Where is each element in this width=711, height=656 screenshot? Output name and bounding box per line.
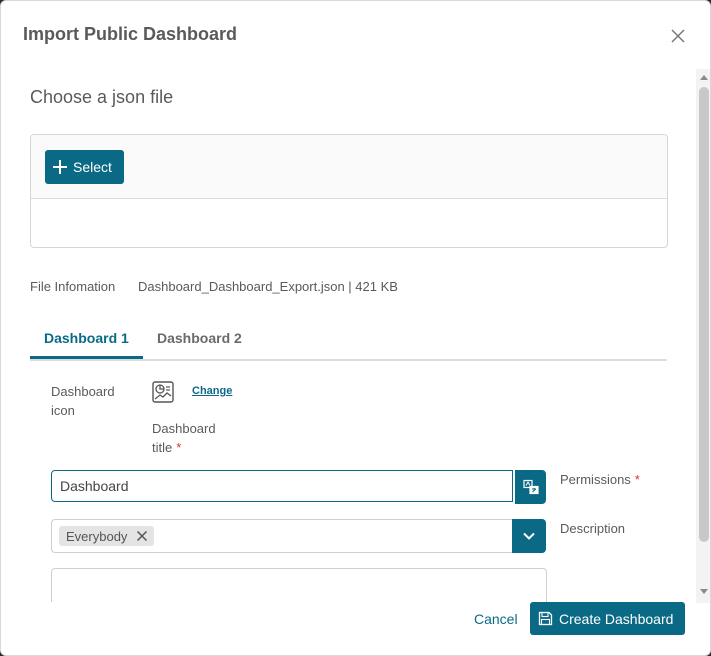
file-upload-area[interactable]: Select: [30, 134, 668, 248]
chevron-down-icon: [523, 532, 535, 540]
scroll-down-icon[interactable]: [700, 589, 708, 594]
tab-dashboard-1[interactable]: Dashboard 1: [44, 330, 129, 346]
required-mark: *: [634, 472, 640, 487]
permissions-label-text: Permissions: [560, 472, 631, 487]
permissions-field: Everybody: [51, 519, 546, 553]
remove-chip-icon[interactable]: [136, 530, 148, 542]
tab-dashboard-2[interactable]: Dashboard 2: [157, 330, 242, 346]
dashboard-title-input[interactable]: [51, 470, 513, 502]
dialog-footer: Cancel Create Dashboard: [1, 602, 696, 655]
permission-chip: Everybody: [59, 526, 155, 546]
dialog-title: Import Public Dashboard: [23, 24, 238, 44]
create-dashboard-label: Create Dashboard: [559, 610, 674, 627]
scroll-thumb[interactable]: [699, 87, 709, 542]
dashboard-chart-icon[interactable]: [152, 381, 174, 403]
dashboard-tabs: Dashboard 1 Dashboard 2: [30, 319, 667, 361]
plus-icon: [53, 160, 67, 174]
description-label: Description: [560, 521, 626, 536]
file-info-value: Dashboard_Dashboard_Export.json | 421 KB: [138, 279, 398, 294]
permission-chip-label: Everybody: [66, 528, 128, 544]
dashboard-title-label: Dashboard title *: [152, 419, 232, 457]
save-icon: [538, 611, 553, 626]
scroll-up-icon[interactable]: [700, 75, 708, 80]
permissions-label: Permissions *: [560, 472, 640, 487]
select-button-label: Select: [73, 159, 112, 175]
dashboard-icon-label: Dashboard icon: [51, 384, 115, 418]
file-info-label: File Infomation: [30, 279, 116, 294]
dashboard-title-field: [51, 470, 546, 504]
translate-button[interactable]: [515, 470, 546, 504]
permissions-dropdown-button[interactable]: [512, 519, 546, 553]
upload-toolbar: Select: [31, 135, 667, 199]
vertical-scrollbar[interactable]: [696, 69, 710, 603]
required-mark: *: [176, 440, 182, 455]
translate-icon: [522, 479, 539, 495]
upload-heading: Choose a json file: [30, 87, 174, 107]
permissions-multiselect[interactable]: Everybody: [51, 519, 513, 553]
import-dashboard-dialog: Import Public Dashboard Choose a json fi…: [0, 0, 711, 656]
dashboard-title-label-text: Dashboard title: [152, 421, 216, 455]
active-tab-indicator: [30, 356, 143, 359]
change-icon-link[interactable]: Change: [192, 385, 232, 397]
close-icon[interactable]: [669, 27, 687, 45]
description-input[interactable]: [51, 568, 547, 603]
cancel-button[interactable]: Cancel: [474, 611, 518, 627]
select-file-button[interactable]: Select: [45, 150, 124, 184]
create-dashboard-button[interactable]: Create Dashboard: [530, 602, 685, 635]
